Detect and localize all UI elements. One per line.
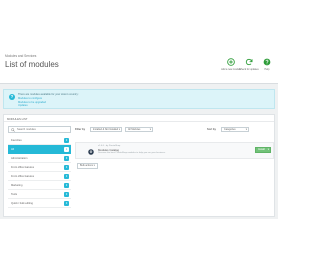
sort-value: Categories: [224, 128, 236, 131]
category-count: 0: [64, 164, 69, 170]
page-title: List of modules: [5, 60, 59, 69]
info-icon: ?: [9, 94, 15, 100]
category-item-all[interactable]: All 1: [8, 145, 71, 154]
category-label: Favorites: [11, 138, 22, 142]
chevron-down-icon: ▾: [149, 128, 151, 131]
chevron-down-icon: ▾: [245, 128, 247, 131]
category-list: Favorites 0 All 1 Administration 0 Front…: [8, 136, 71, 208]
search-box[interactable]: [8, 126, 71, 133]
refresh-icon: [245, 58, 253, 66]
info-message: There are modules available for your sto…: [18, 93, 79, 96]
page-area: Modules and Services List of modules Add…: [0, 51, 278, 219]
panel-title: MODULES LIST: [4, 115, 274, 122]
search-icon: [11, 128, 15, 132]
module-description: Discover the best PrestaShop modules to …: [98, 152, 166, 154]
bulk-actions-label: Bulk actions: [80, 164, 93, 167]
module-row: v1.0.0 - by PrestaShop Modules Catalog D…: [75, 142, 274, 159]
module-type-select[interactable]: All Modules ▾: [125, 127, 153, 132]
category-count: 0: [64, 182, 69, 188]
page-header: Modules and Services List of modules Add…: [0, 51, 278, 84]
sort-select[interactable]: Categories ▾: [221, 127, 249, 132]
check-updates-label: Check for updates: [239, 68, 259, 71]
category-count: 0: [64, 173, 69, 179]
modules-panel: MODULES LIST Favorites 0 All 1 Administr…: [3, 114, 275, 217]
category-item-administration[interactable]: Administration 0: [8, 154, 71, 163]
category-count: 0: [64, 155, 69, 161]
install-status-value: Installed & Not Installed: [93, 128, 119, 131]
category-count: 0: [64, 137, 69, 143]
category-label: Marketing: [11, 183, 23, 187]
chevron-down-icon: ▾: [267, 148, 269, 151]
chevron-down-icon: ▾: [118, 128, 120, 131]
install-button[interactable]: Install ▾: [255, 147, 271, 153]
chevron-down-icon: ▾: [93, 164, 95, 167]
install-label: Install: [258, 148, 265, 151]
category-label: Front office features: [11, 165, 35, 169]
module-type-value: All Modules: [128, 128, 141, 131]
category-label: Quick / bulk editing: [11, 201, 33, 205]
toolbar: Add a new module Check for updates Help: [221, 58, 275, 71]
add-module-label: Add a new module: [221, 68, 241, 71]
install-status-select[interactable]: Installed & Not Installed ▾: [90, 127, 122, 132]
category-item-favorites[interactable]: Favorites 0: [8, 136, 71, 145]
category-item-front-office-2[interactable]: Front office features 0: [8, 172, 71, 181]
bulk-actions-button[interactable]: Bulk actions ▾: [77, 163, 98, 169]
category-label: Front office features: [11, 174, 35, 178]
category-item-bulk-editing[interactable]: Quick / bulk editing 0: [8, 199, 71, 208]
filter-bar: Filter by Installed & Not Installed ▾ Al…: [75, 127, 271, 134]
plus-circle-icon: [227, 58, 235, 66]
add-module-button[interactable]: Add a new module: [221, 58, 241, 71]
info-text: There are modules available for your sto…: [18, 93, 78, 108]
search-input[interactable]: [17, 127, 70, 132]
help-button[interactable]: Help: [259, 58, 275, 71]
check-updates-button[interactable]: Check for updates: [239, 58, 259, 71]
breadcrumb[interactable]: Modules and Services: [5, 54, 36, 58]
info-alert: ? There are modules available for your s…: [3, 89, 275, 109]
category-label: Tools: [11, 192, 18, 196]
category-item-tools[interactable]: Tools 0: [8, 190, 71, 199]
help-icon: [263, 58, 271, 66]
module-meta: v1.0.0 - by PrestaShop: [98, 145, 121, 147]
filter-by-label: Filter by: [75, 128, 86, 131]
category-label: Administration: [11, 156, 28, 160]
sort-by-label: Sort by: [207, 128, 216, 131]
help-label: Help: [264, 68, 270, 71]
category-count: 0: [64, 191, 69, 197]
module-logo-icon: [88, 149, 94, 155]
info-link-updates[interactable]: Updates: [18, 104, 78, 108]
category-item-marketing[interactable]: Marketing 0: [8, 181, 71, 190]
category-count: 0: [64, 200, 69, 206]
category-count: 1: [64, 146, 69, 152]
category-label: All: [11, 147, 14, 151]
category-item-front-office-1[interactable]: Front office features 0: [8, 163, 71, 172]
